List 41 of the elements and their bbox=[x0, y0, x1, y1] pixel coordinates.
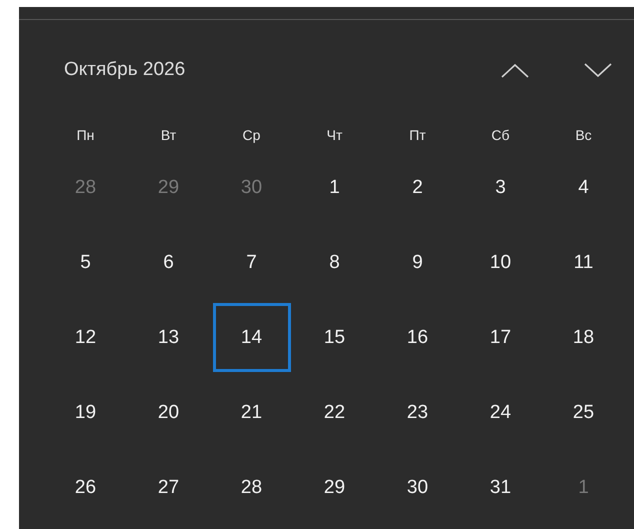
day-cell[interactable]: 27 bbox=[130, 453, 208, 522]
chevron-up-icon bbox=[501, 62, 529, 78]
day-cell[interactable]: 21 bbox=[212, 378, 290, 447]
weekday-label: Чт bbox=[326, 126, 344, 145]
day-cell[interactable]: 13 bbox=[130, 303, 208, 372]
day-cell[interactable]: 5 bbox=[46, 228, 124, 297]
weekday-label: Сб bbox=[490, 126, 511, 145]
day-cell[interactable]: 17 bbox=[462, 303, 540, 372]
day-cell[interactable]: 9 bbox=[378, 228, 456, 297]
day-cell[interactable]: 4 bbox=[544, 153, 622, 222]
day-cell[interactable]: 2 bbox=[378, 153, 456, 222]
day-cell[interactable]: 19 bbox=[46, 378, 124, 447]
chevron-down-icon bbox=[584, 62, 612, 78]
day-cell[interactable]: 7 bbox=[212, 228, 290, 297]
day-cell[interactable]: 3 bbox=[462, 153, 540, 222]
day-cell[interactable]: 31 bbox=[462, 453, 540, 522]
day-cell[interactable]: 30 bbox=[378, 453, 456, 522]
day-cell[interactable]: 25 bbox=[544, 378, 622, 447]
weekday-label: Вс bbox=[574, 126, 593, 145]
day-cell[interactable]: 22 bbox=[296, 378, 374, 447]
month-title: Октябрь 2026 bbox=[64, 59, 186, 81]
day-cell[interactable]: 23 bbox=[378, 378, 456, 447]
day-cell[interactable]: 16 bbox=[378, 303, 456, 372]
day-cell[interactable]: 18 bbox=[544, 303, 622, 372]
day-cell[interactable]: 11 bbox=[544, 228, 622, 297]
weekday-label: Пн bbox=[76, 126, 96, 145]
day-cell[interactable]: 12 bbox=[46, 303, 124, 372]
weekday-label: Вт bbox=[160, 126, 178, 145]
day-cell[interactable]: 15 bbox=[296, 303, 374, 372]
day-cell[interactable]: 20 bbox=[130, 378, 208, 447]
day-cell[interactable]: 14 bbox=[212, 303, 290, 372]
day-cell[interactable]: 26 bbox=[46, 453, 124, 522]
day-cell[interactable]: 10 bbox=[462, 228, 540, 297]
day-cell[interactable]: 29 bbox=[296, 453, 374, 522]
day-cell[interactable]: 24 bbox=[462, 378, 540, 447]
weekday-label: Ср bbox=[242, 126, 262, 145]
day-cell[interactable]: 6 bbox=[130, 228, 208, 297]
day-cell[interactable]: 1 bbox=[296, 153, 374, 222]
weekday-label: Пт bbox=[408, 126, 427, 145]
day-cell[interactable]: 28 bbox=[212, 453, 290, 522]
day-cell[interactable]: 8 bbox=[296, 228, 374, 297]
